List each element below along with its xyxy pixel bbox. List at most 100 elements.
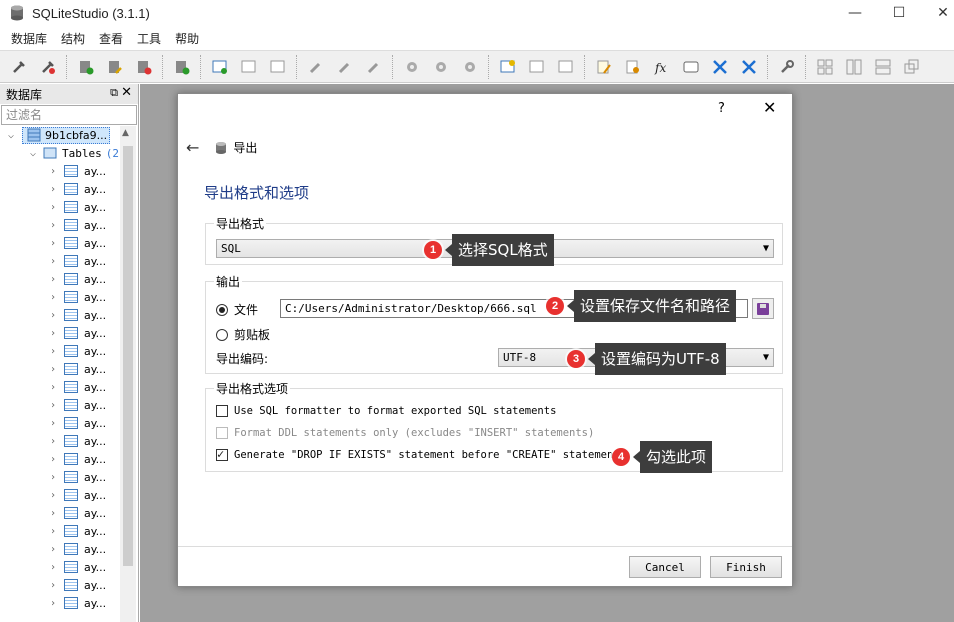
chevron-right-icon[interactable]: ›	[48, 400, 58, 411]
table-item[interactable]: › ay...	[0, 540, 120, 558]
disconnect-db-button[interactable]	[35, 54, 61, 80]
chevron-right-icon[interactable]: ›	[48, 472, 58, 483]
chevron-right-icon[interactable]: ›	[48, 310, 58, 321]
table-item[interactable]: › ay...	[0, 360, 120, 378]
delete-trigger-button[interactable]	[457, 54, 483, 80]
chevron-right-icon[interactable]: ›	[48, 544, 58, 555]
table-item[interactable]: › ay...	[0, 378, 120, 396]
table-item[interactable]: › ay...	[0, 414, 120, 432]
chevron-down-icon[interactable]: ⌵	[6, 130, 16, 141]
scroll-up-icon[interactable]: ▲	[122, 128, 129, 138]
dialog-close-button[interactable]: ✕	[763, 98, 776, 117]
refresh-db-button[interactable]	[169, 54, 195, 80]
file-radio-row[interactable]: 文件	[216, 301, 258, 318]
chevron-right-icon[interactable]: ›	[48, 256, 58, 267]
table-item[interactable]: › ay...	[0, 396, 120, 414]
table-item[interactable]: › ay...	[0, 198, 120, 216]
new-index-button[interactable]	[303, 54, 329, 80]
chevron-right-icon[interactable]: ›	[48, 202, 58, 213]
table-item[interactable]: › ay...	[0, 306, 120, 324]
back-arrow-icon[interactable]: ←	[186, 138, 199, 157]
file-radio[interactable]	[216, 303, 228, 316]
menu-database[interactable]: 数据库	[4, 30, 54, 47]
chevron-right-icon[interactable]: ›	[48, 490, 58, 501]
ddl-only-checkbox[interactable]	[216, 427, 228, 439]
chevron-right-icon[interactable]: ›	[48, 508, 58, 519]
chevron-right-icon[interactable]: ›	[48, 274, 58, 285]
table-item[interactable]: › ay...	[0, 162, 120, 180]
tree-db-row[interactable]: ⌵ 9b1cbfa9...	[0, 126, 120, 144]
chevron-right-icon[interactable]: ›	[48, 238, 58, 249]
delete-table-button[interactable]	[265, 54, 291, 80]
edit-index-button[interactable]	[332, 54, 358, 80]
new-trigger-button[interactable]	[399, 54, 425, 80]
table-item[interactable]: › ay...	[0, 216, 120, 234]
browse-file-button[interactable]	[752, 298, 774, 319]
clipboard-radio-row[interactable]: 剪贴板	[216, 326, 270, 343]
new-view-button[interactable]	[495, 54, 521, 80]
table-item[interactable]: › ay...	[0, 522, 120, 540]
edit-table-button[interactable]	[236, 54, 262, 80]
table-item[interactable]: › ay...	[0, 486, 120, 504]
connect-db-button[interactable]	[6, 54, 32, 80]
chevron-right-icon[interactable]: ›	[48, 166, 58, 177]
maximize-button[interactable]: ☐	[876, 0, 922, 26]
menu-help[interactable]: 帮助	[168, 30, 206, 47]
cancel-button[interactable]: Cancel	[629, 556, 701, 578]
chevron-right-icon[interactable]: ›	[48, 418, 58, 429]
remove-db-button[interactable]	[131, 54, 157, 80]
table-item[interactable]: › ay...	[0, 342, 120, 360]
add-db-button[interactable]	[73, 54, 99, 80]
float-panel-icon[interactable]: ⧉	[110, 86, 118, 100]
scroll-thumb[interactable]	[123, 146, 133, 566]
chevron-right-icon[interactable]: ›	[48, 436, 58, 447]
sql-formatter-checkbox[interactable]	[216, 405, 228, 417]
table-item[interactable]: › ay...	[0, 558, 120, 576]
extensions2-button[interactable]	[736, 54, 762, 80]
collations-button[interactable]	[678, 54, 704, 80]
table-item[interactable]: › ay...	[0, 432, 120, 450]
chevron-right-icon[interactable]: ›	[48, 292, 58, 303]
cascade-button[interactable]	[899, 54, 925, 80]
close-window-button[interactable]: ✕	[920, 0, 954, 26]
edit-trigger-button[interactable]	[428, 54, 454, 80]
menu-view[interactable]: 查看	[92, 30, 130, 47]
ddl-history-button[interactable]	[620, 54, 646, 80]
chevron-down-icon[interactable]: ⌵	[28, 148, 38, 159]
chevron-right-icon[interactable]: ›	[48, 328, 58, 339]
table-item[interactable]: › ay...	[0, 576, 120, 594]
chevron-right-icon[interactable]: ›	[48, 220, 58, 231]
minimize-button[interactable]: —	[832, 0, 878, 26]
config-button[interactable]	[774, 54, 800, 80]
tree-tables-row[interactable]: ⌵ Tables (2	[0, 144, 120, 162]
sql-editor-button[interactable]	[591, 54, 617, 80]
finish-button[interactable]: Finish	[710, 556, 782, 578]
menu-structure[interactable]: 结构	[54, 30, 92, 47]
drop-if-exists-checkbox[interactable]	[216, 447, 228, 461]
table-item[interactable]: › ay...	[0, 450, 120, 468]
edit-db-button[interactable]	[102, 54, 128, 80]
functions-button[interactable]: fx	[649, 54, 675, 80]
clipboard-radio[interactable]	[216, 328, 228, 341]
table-item[interactable]: › ay...	[0, 504, 120, 522]
chevron-right-icon[interactable]: ›	[48, 562, 58, 573]
chevron-right-icon[interactable]: ›	[48, 364, 58, 375]
edit-view-button[interactable]	[524, 54, 550, 80]
table-item[interactable]: › ay...	[0, 288, 120, 306]
table-item[interactable]: › ay...	[0, 270, 120, 288]
tile-horizontal-button[interactable]	[870, 54, 896, 80]
chevron-right-icon[interactable]: ›	[48, 580, 58, 591]
ddl-only-option[interactable]: Format DDL statements only (excludes "IN…	[216, 427, 594, 439]
table-item[interactable]: › ay...	[0, 594, 120, 612]
table-item[interactable]: › ay...	[0, 468, 120, 486]
chevron-right-icon[interactable]: ›	[48, 526, 58, 537]
help-button[interactable]: ?	[718, 101, 725, 116]
tree-scrollbar[interactable]: ▲	[120, 126, 136, 622]
chevron-right-icon[interactable]: ›	[48, 346, 58, 357]
drop-if-exists-option[interactable]: Generate "DROP IF EXISTS" statement befo…	[216, 447, 620, 461]
extensions-button[interactable]	[707, 54, 733, 80]
tile-button[interactable]	[812, 54, 838, 80]
close-panel-icon[interactable]: ✕	[121, 85, 132, 100]
table-item[interactable]: › ay...	[0, 252, 120, 270]
chevron-right-icon[interactable]: ›	[48, 184, 58, 195]
